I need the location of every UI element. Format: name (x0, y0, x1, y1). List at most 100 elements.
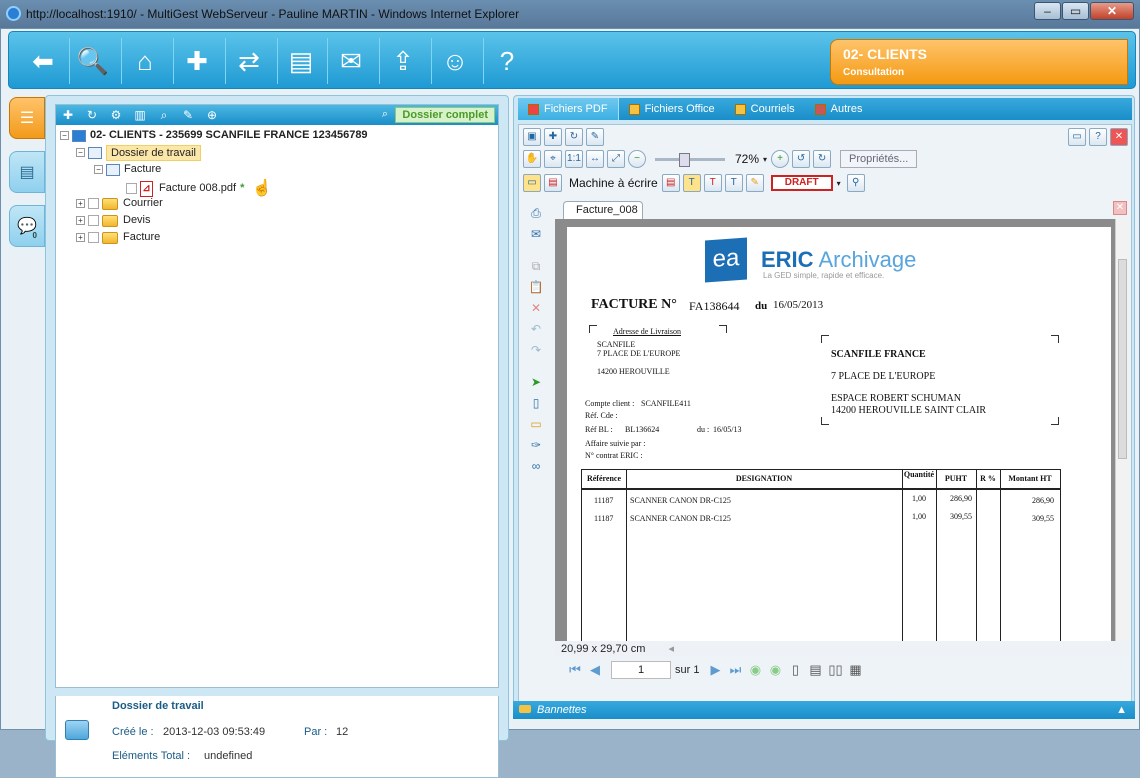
tree-sub-facture[interactable]: − Facture (94, 161, 161, 178)
expand-icon[interactable]: + (76, 199, 85, 208)
continuous-icon[interactable]: ▤ (807, 662, 823, 678)
textbox-icon[interactable]: ▤ (661, 174, 680, 192)
transfer-icon[interactable]: ⇄ (227, 40, 271, 82)
collapse-icon[interactable]: − (94, 165, 103, 174)
maximize-button[interactable]: ▭ (1062, 2, 1089, 20)
fit-width-icon[interactable]: ↔ (586, 150, 604, 168)
print-icon[interactable]: ⎙ (525, 206, 547, 224)
tree-devis[interactable]: + Devis (76, 212, 151, 229)
expand-icon[interactable]: + (76, 233, 85, 242)
zoom-level[interactable]: 72% (735, 152, 759, 166)
scanner-icon[interactable]: ▤ (279, 40, 323, 82)
user-settings-icon[interactable]: ☺ (433, 40, 477, 82)
scroll-left-icon[interactable]: ◂ (668, 643, 674, 655)
note-icon[interactable]: ▭ (523, 174, 541, 192)
typewriter-label[interactable]: Machine à écrire (569, 176, 658, 190)
paste-icon[interactable]: 📋 (525, 280, 547, 298)
close-document-icon[interactable]: ✕ (1113, 201, 1127, 215)
tree-root[interactable]: − 02- CLIENTS - 235699 SCANFILE FRANCE 1… (60, 127, 368, 144)
bannettes-bar[interactable]: Bannettes ▲ (513, 701, 1135, 719)
comments-tab[interactable]: 💬 0 (9, 205, 45, 247)
barcode-icon[interactable]: ▥ (132, 108, 148, 122)
help-icon[interactable]: ? (485, 40, 529, 82)
attach-icon[interactable]: ✑ (525, 438, 547, 456)
tree-facture[interactable]: + Facture (76, 229, 160, 246)
tree-view-tab[interactable]: ☰ (9, 97, 45, 139)
collapse-icon[interactable]: − (60, 131, 69, 140)
cover-icon[interactable]: ▦ (847, 662, 863, 678)
window-icon[interactable]: ▭ (1068, 128, 1086, 146)
collapse-icon[interactable]: − (76, 148, 85, 157)
underline-icon[interactable]: T (724, 174, 743, 192)
single-page-icon[interactable]: ▯ (787, 662, 803, 678)
edit-pen-icon[interactable]: ✎ (586, 128, 604, 146)
folder-checkbox[interactable] (88, 198, 99, 209)
typewriter-icon[interactable]: ▤ (544, 174, 562, 192)
refresh-icon[interactable]: ↻ (84, 108, 100, 122)
home-icon[interactable]: ⌂ (123, 40, 167, 82)
zoom-dropdown-icon[interactable]: ▾ (763, 155, 767, 164)
delete-icon[interactable]: ✕ (525, 301, 547, 319)
search-icon[interactable]: 🔍 (71, 40, 115, 82)
properties-button[interactable]: Propriétés... (840, 150, 918, 168)
sync-icon[interactable]: ↻ (565, 128, 583, 146)
document-list-tab[interactable]: ▤ (9, 151, 45, 193)
text-highlight-icon[interactable]: T (682, 174, 701, 192)
close-window-button[interactable]: ✕ (1090, 2, 1134, 20)
back-arrow-icon[interactable]: ⬅ (21, 40, 65, 82)
redo-icon[interactable]: ↷ (525, 343, 547, 361)
fit-page-icon[interactable]: ⤢ (607, 150, 625, 168)
hand-tool-icon[interactable]: ✋ (523, 150, 541, 168)
email-icon[interactable]: ✉ (525, 227, 547, 245)
select-tool-icon[interactable]: ⌖ (544, 150, 562, 168)
folder-checkbox[interactable] (88, 215, 99, 226)
search-tree-icon[interactable]: ⌕ (156, 108, 172, 122)
tab-autres[interactable]: Autres (805, 98, 873, 120)
comment-icon[interactable]: ▭ (525, 417, 547, 435)
prev-page-icon[interactable]: ◀ (587, 662, 603, 678)
rotate-right-icon[interactable]: ↻ (813, 150, 832, 168)
zoom-out-icon[interactable]: − (628, 150, 646, 168)
marker-icon[interactable]: ✎ (745, 174, 764, 192)
tree-courrier[interactable]: + Courrier (76, 195, 163, 212)
zoom-in-icon[interactable]: + (771, 150, 790, 168)
dossier-complet-button[interactable]: Dossier complet (395, 107, 495, 123)
close-viewer-icon[interactable]: ✕ (1110, 128, 1128, 146)
last-page-icon[interactable]: ⏭ (727, 662, 743, 678)
next-page-icon[interactable]: ▶ (707, 662, 723, 678)
select-arrow-icon[interactable]: ➤ (525, 375, 547, 393)
binoculars-icon[interactable]: ∞ (525, 459, 547, 477)
document-tab[interactable]: Facture_008 (563, 201, 643, 219)
undo-icon[interactable]: ↶ (525, 322, 547, 340)
zoom-slider[interactable] (655, 152, 725, 167)
page-input[interactable]: 1 (611, 661, 671, 679)
tree-dossier-travail[interactable]: − Dossier de travail (76, 144, 201, 161)
upload-icon[interactable]: ⇪ (381, 40, 425, 82)
tab-courriels[interactable]: Courriels (725, 98, 805, 120)
add-icon[interactable]: ✚ (60, 108, 76, 122)
strikeout-icon[interactable]: T (703, 174, 722, 192)
edit-icon[interactable]: ✎ (180, 108, 196, 122)
rotate-left-icon[interactable]: ↺ (792, 150, 811, 168)
expand-up-icon[interactable]: ▲ (1116, 701, 1127, 719)
vertical-scrollbar[interactable] (1115, 219, 1129, 641)
copy-icon[interactable]: ⧉ (525, 259, 547, 277)
help-icon[interactable]: ? (1089, 128, 1107, 146)
tab-fichiers-pdf[interactable]: Fichiers PDF (518, 98, 619, 120)
facing-icon[interactable]: ▯▯ (827, 662, 843, 678)
tab-fichiers-office[interactable]: Fichiers Office (619, 98, 725, 120)
minimize-button[interactable]: – (1034, 2, 1061, 20)
pin-icon[interactable]: ⚲ (846, 174, 865, 192)
add-icon[interactable]: ✚ (544, 128, 562, 146)
zoom-icon[interactable]: ⊕ (204, 108, 220, 122)
stamp-dropdown-icon[interactable]: ▾ (837, 179, 841, 188)
actual-size-icon[interactable]: 1:1 (565, 150, 583, 168)
expand-icon[interactable]: + (76, 216, 85, 225)
file-checkbox[interactable] (126, 183, 137, 194)
go-forward-icon[interactable]: ◉ (767, 662, 783, 678)
stamp-draft[interactable]: DRAFT (770, 175, 833, 191)
scan-send-icon[interactable]: ✉ (329, 40, 373, 82)
go-back-icon[interactable]: ◉ (747, 662, 763, 678)
page-icon[interactable]: ▯ (525, 396, 547, 414)
folder-settings-icon[interactable]: ⚙ (108, 108, 124, 122)
